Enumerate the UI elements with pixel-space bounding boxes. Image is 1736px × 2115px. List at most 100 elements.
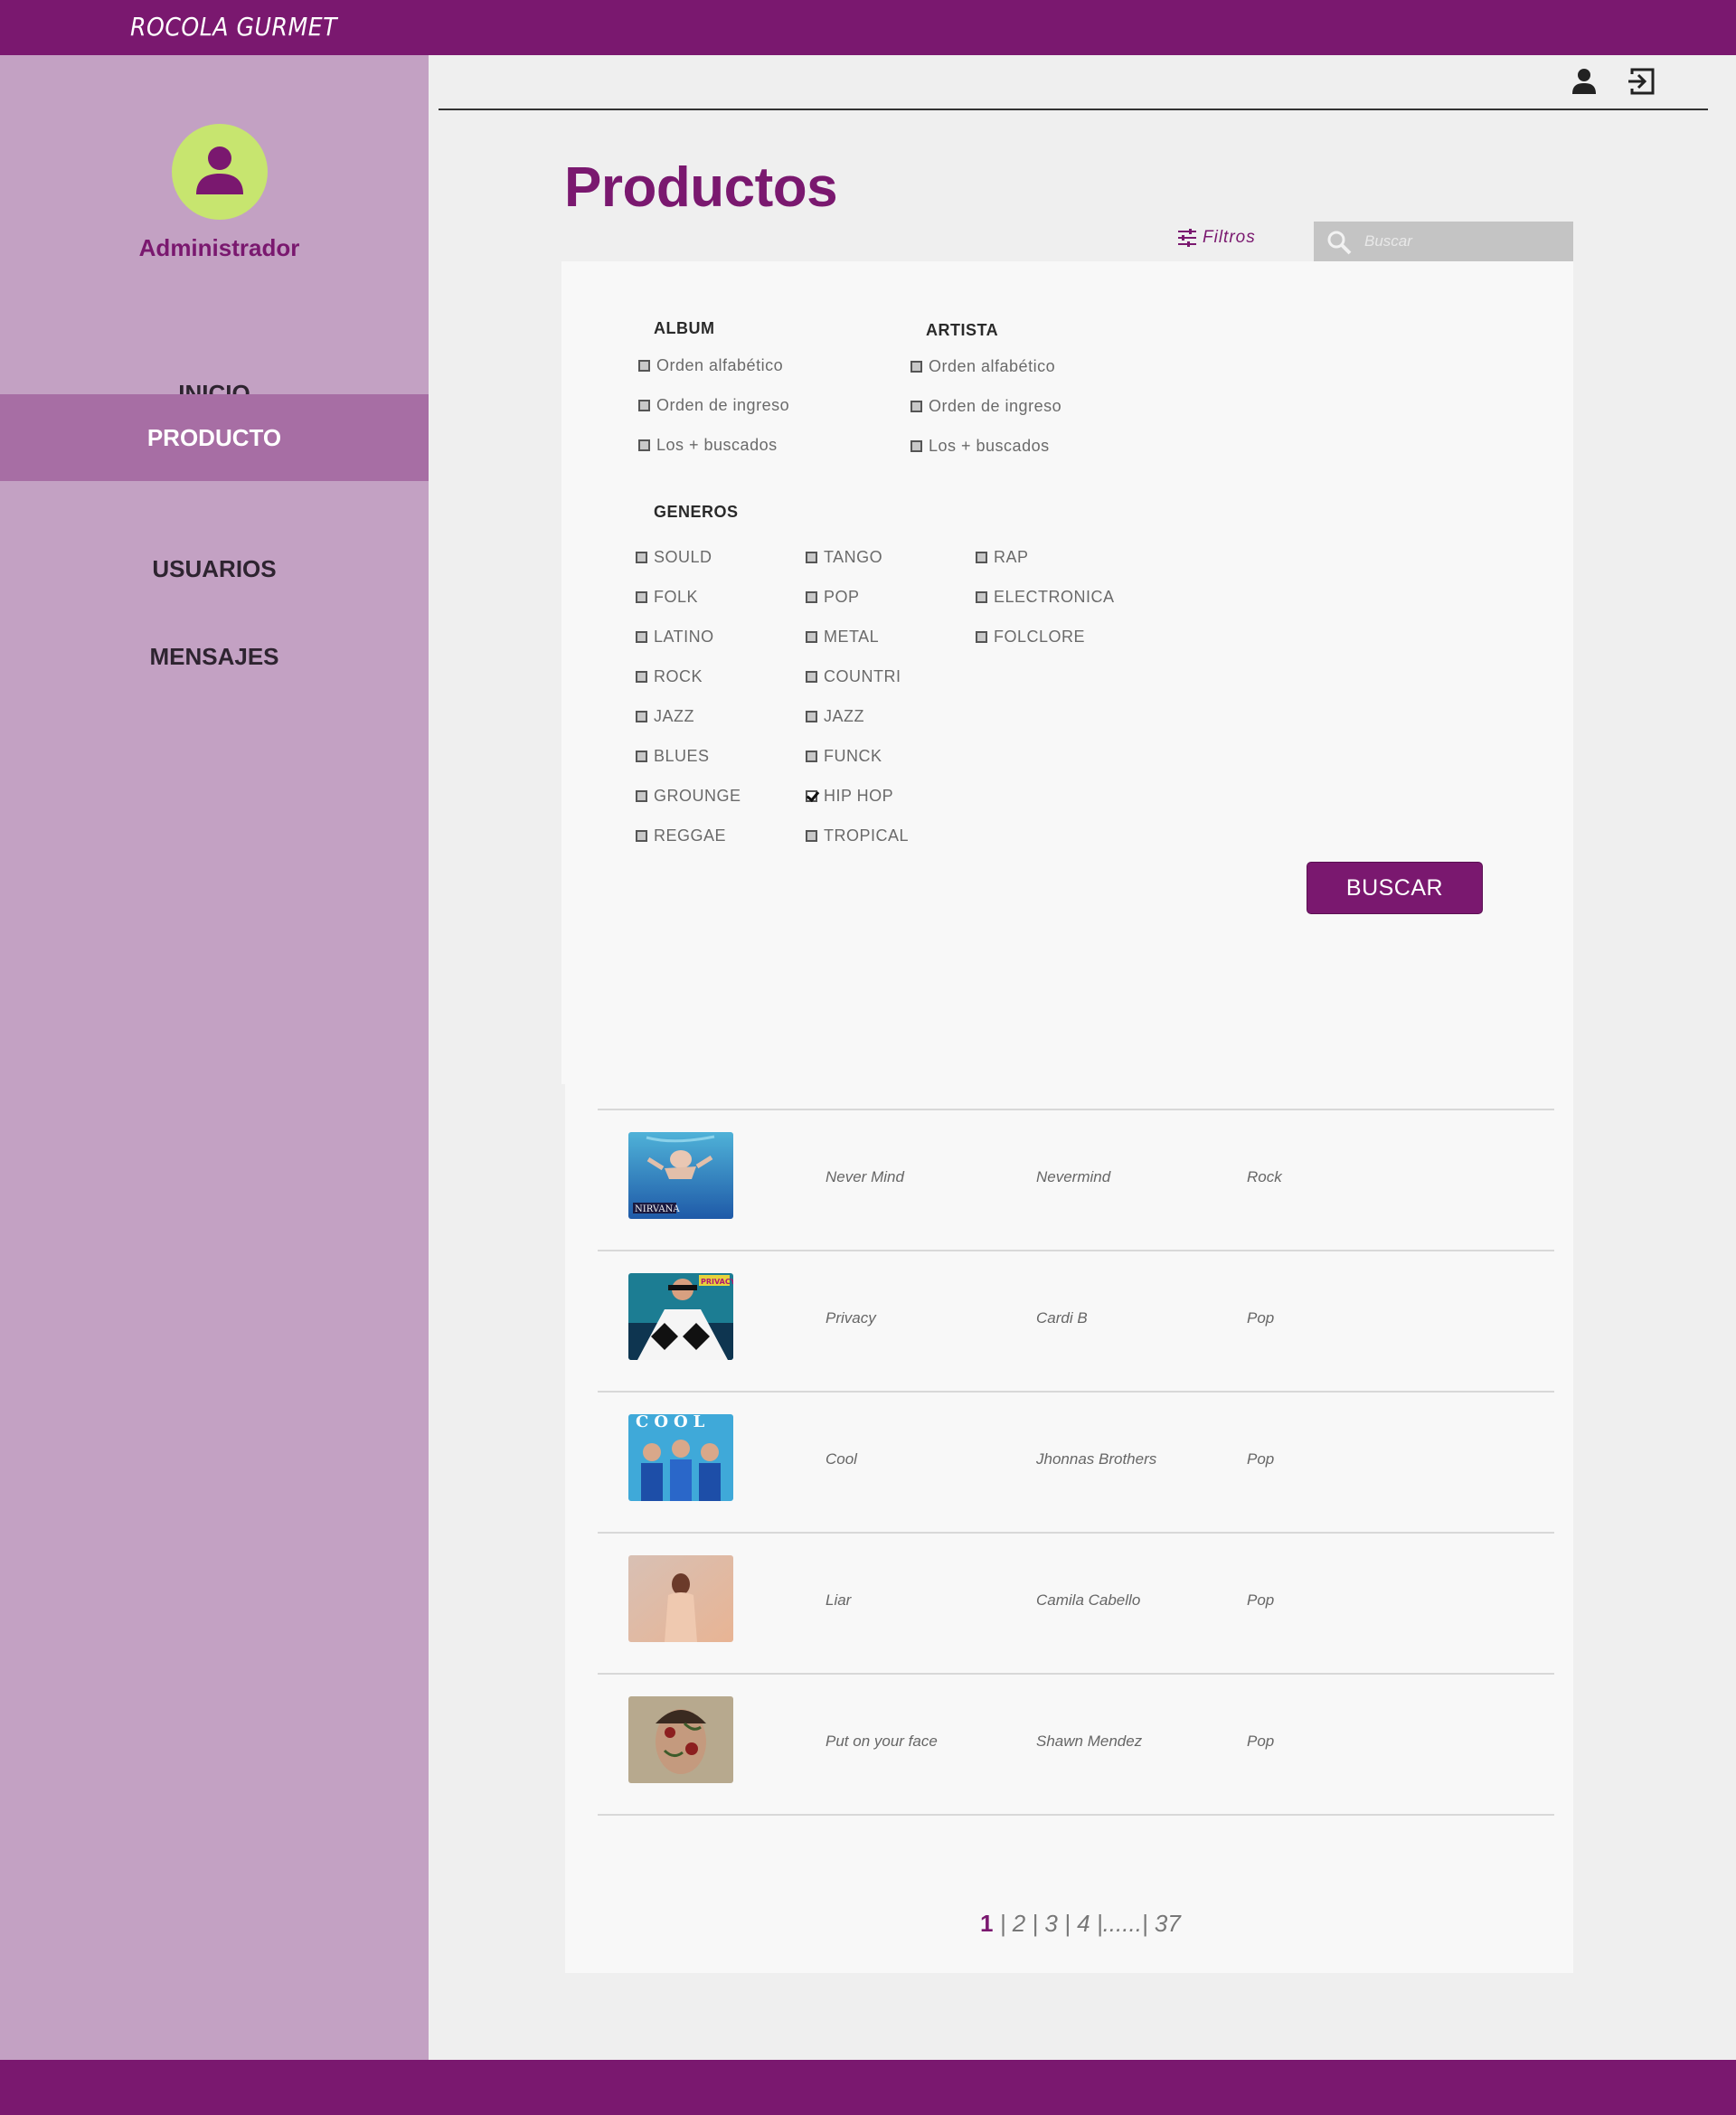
genre-option[interactable]: POP [806,588,860,607]
table-row[interactable]: PRIVACY Privacy Cardi B Pop [598,1251,1554,1393]
genre-option[interactable]: BLUES [636,747,710,766]
checkbox[interactable] [636,830,647,842]
checkbox[interactable] [976,631,987,643]
page-title: Productos [564,156,838,219]
option-label: TANGO [824,548,883,566]
page-link[interactable]: 3 [1044,1910,1057,1937]
checkbox[interactable] [636,671,647,683]
checkbox[interactable] [806,671,817,683]
genre-option[interactable]: GROUNGE [636,787,741,806]
header-divider [439,109,1708,110]
checkbox[interactable] [636,552,647,563]
checkbox[interactable] [910,440,922,452]
album-cover-liar [628,1555,733,1642]
option-label: Orden de ingreso [656,396,790,414]
checkbox-checked[interactable] [806,790,817,802]
album-option-most-searched[interactable]: Los + buscados [638,436,778,455]
checkbox[interactable] [636,711,647,722]
search-input[interactable] [1364,222,1563,261]
checkbox[interactable] [976,552,987,563]
genre-option[interactable]: ELECTRONICA [976,588,1115,607]
artist-option-alphabetic[interactable]: Orden alfabético [910,357,1055,376]
table-row[interactable]: COOL Cool Jhonnas Brothers Pop [598,1393,1554,1534]
table-row[interactable]: NIRVANA Never Mind Nevermind Rock [598,1110,1554,1251]
checkbox[interactable] [806,711,817,722]
page-link[interactable]: 4 [1077,1910,1090,1937]
genre-option[interactable]: REGGAE [636,826,726,845]
sidebar-item-producto[interactable]: PRODUCTO [0,394,429,481]
artist-name: Jhonnas Brothers [1036,1450,1157,1468]
page-current[interactable]: 1 [980,1910,993,1937]
genre-option[interactable]: FOLCLORE [976,628,1085,647]
genre-option[interactable]: TROPICAL [806,826,909,845]
checkbox[interactable] [636,631,647,643]
option-label: GROUNGE [654,787,741,805]
checkbox[interactable] [806,751,817,762]
genre-option[interactable]: ROCK [636,667,703,686]
genre-option[interactable]: SOULD [636,548,712,567]
album-name: Privacy [826,1309,876,1327]
checkbox[interactable] [806,830,817,842]
avatar[interactable] [172,124,268,220]
sidebar-item-usuarios[interactable]: USUARIOS [0,525,429,612]
artist-option-entry[interactable]: Orden de ingreso [910,397,1061,416]
option-label: Orden de ingreso [929,397,1062,415]
filters-toggle[interactable]: Filtros [1177,228,1256,248]
checkbox[interactable] [806,591,817,603]
genre-option[interactable]: JAZZ [806,707,864,726]
genre-option[interactable]: METAL [806,628,879,647]
genre-option[interactable]: FOLK [636,588,698,607]
genre-option[interactable]: LATINO [636,628,714,647]
checkbox[interactable] [910,401,922,412]
album-cover-privacy: PRIVACY [628,1273,733,1360]
checkbox[interactable] [976,591,987,603]
artist-option-most-searched[interactable]: Los + buscados [910,437,1050,456]
buscar-button[interactable]: BUSCAR [1307,862,1483,914]
checkbox[interactable] [636,790,647,802]
option-label: Los + buscados [656,436,778,454]
option-label: TROPICAL [824,826,910,845]
sliders-icon [1178,229,1196,247]
genre-option[interactable]: FUNCK [806,747,882,766]
genre-option[interactable]: TANGO [806,548,882,567]
user-icon[interactable] [1568,65,1600,98]
genre-option[interactable]: JAZZ [636,707,694,726]
option-label: Orden alfabético [656,356,784,374]
table-row[interactable]: Put on your face Shawn Mendez Pop [598,1675,1554,1816]
search-box[interactable] [1314,222,1573,261]
checkbox[interactable] [638,360,650,372]
album-option-entry[interactable]: Orden de ingreso [638,396,789,415]
album-name: Cool [826,1450,857,1468]
table-row[interactable]: Liar Camila Cabello Pop [598,1534,1554,1675]
page-separator: | [1064,1910,1071,1937]
album-option-alphabetic[interactable]: Orden alfabético [638,356,783,375]
genre: Pop [1247,1450,1275,1468]
option-label: COUNTRI [824,667,901,685]
artist-name: Camila Cabello [1036,1591,1141,1609]
checkbox[interactable] [806,631,817,643]
search-icon [1327,231,1352,255]
genre-option[interactable]: RAP [976,548,1029,567]
page-link-last[interactable]: 37 [1155,1910,1181,1937]
checkbox[interactable] [636,751,647,762]
logout-icon[interactable] [1625,65,1657,98]
checkbox[interactable] [638,400,650,411]
checkbox[interactable] [636,591,647,603]
genre-option-hip-hop[interactable]: HIP HOP [806,787,893,806]
user-avatar-icon [196,146,243,194]
checkbox[interactable] [910,361,922,373]
genre-option[interactable]: COUNTRI [806,667,901,686]
page-ellipsis: ...... [1102,1910,1142,1937]
page-link[interactable]: 2 [1013,1910,1025,1937]
sidebar-item-mensajes[interactable]: MENSAJES [0,613,429,700]
page-separator: | [1141,1910,1148,1937]
artist-name: Shawn Mendez [1036,1733,1143,1750]
checkbox[interactable] [638,439,650,451]
option-label: JAZZ [824,707,864,725]
option-label: Los + buscados [929,437,1050,455]
option-label: REGGAE [654,826,727,845]
genre: Pop [1247,1309,1275,1327]
checkbox[interactable] [806,552,817,563]
artista-filter-title: ARTISTA [926,321,999,339]
brand-logo[interactable]: ROCOLA GURMET [130,12,337,42]
